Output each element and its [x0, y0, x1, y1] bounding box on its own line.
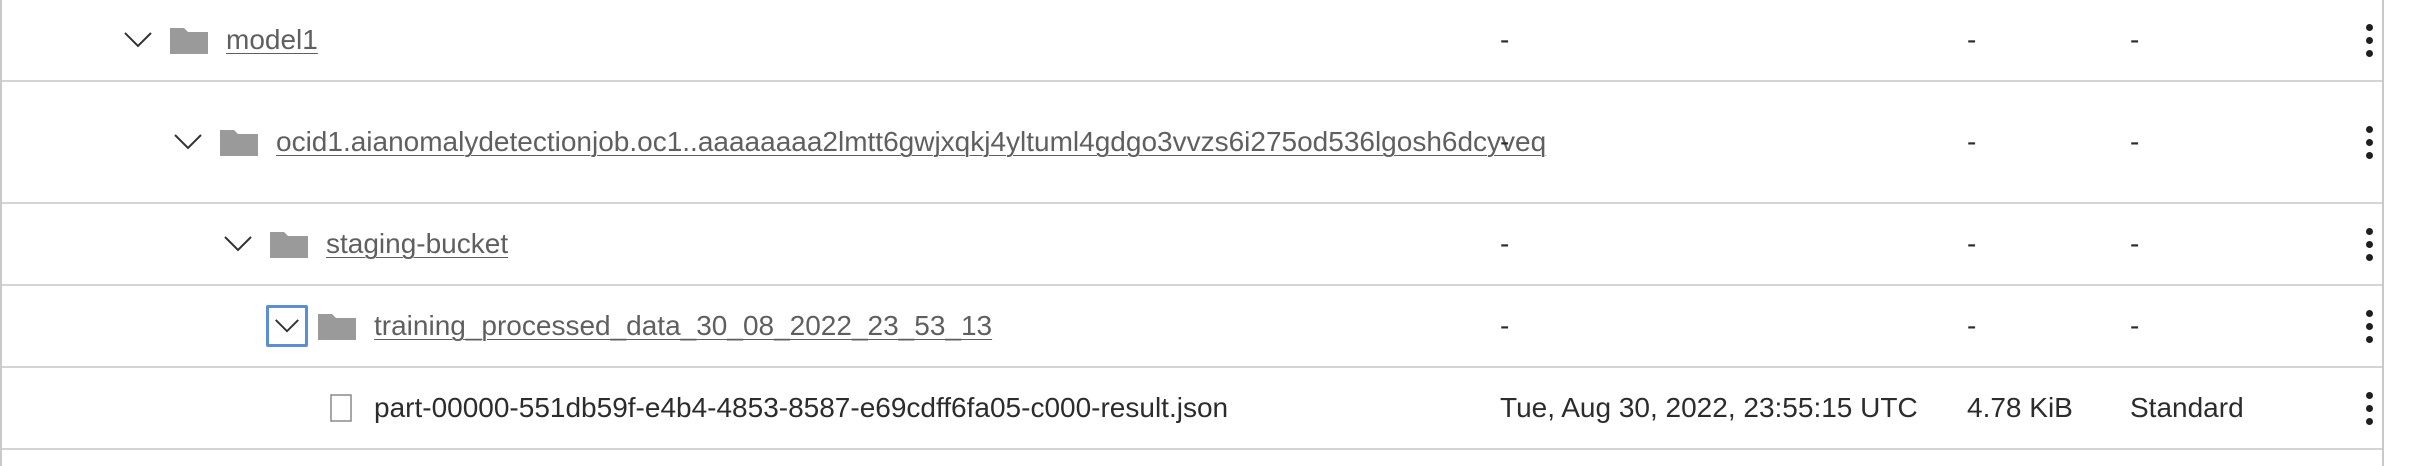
kebab-menu-icon — [2365, 391, 2373, 425]
size-cell: - — [1967, 24, 1977, 55]
row-actions-button[interactable] — [2354, 286, 2384, 366]
tier-cell: - — [2130, 126, 2140, 157]
tier-cell: Standard — [2130, 392, 2244, 423]
chevron-down-icon[interactable] — [220, 226, 256, 262]
name-cell: part-00000-551db59f-e4b4-4853-8587-e69cd… — [330, 368, 1228, 448]
size-cell: - — [1967, 126, 1977, 157]
folder-icon — [170, 28, 208, 54]
folder-link[interactable]: model1 — [226, 20, 318, 60]
size-cell: - — [1967, 310, 1977, 341]
kebab-menu-icon — [2365, 125, 2373, 159]
name-cell: training_processed_data_30_08_2022_23_53… — [266, 286, 992, 366]
table-row: ocid1.aianomalydetectionjob.oc1..aaaaaaa… — [2, 82, 2382, 204]
object-table: model1 - - - ocid1.aianomalydetectionjob… — [0, 0, 2384, 466]
size-cell: 4.78 KiB — [1967, 392, 2073, 423]
folder-link[interactable]: training_processed_data_30_08_2022_23_53… — [374, 306, 992, 346]
file-icon — [330, 394, 352, 422]
folder-icon — [220, 130, 258, 156]
row-actions-button[interactable] — [2354, 0, 2384, 80]
tier-cell: - — [2130, 310, 2140, 341]
kebab-menu-icon — [2365, 227, 2373, 261]
chevron-down-icon[interactable] — [170, 124, 206, 160]
tier-cell: - — [2130, 24, 2140, 55]
modified-cell: Tue, Aug 30, 2022, 23:55:15 UTC — [1500, 392, 1918, 423]
row-actions-button[interactable] — [2354, 82, 2384, 202]
table-row: model1 - - - — [2, 0, 2382, 82]
folder-link[interactable]: ocid1.aianomalydetectionjob.oc1..aaaaaaa… — [276, 122, 1556, 162]
size-cell: - — [1967, 228, 1977, 259]
table-row: part-00000-551db59f-e4b4-4853-8587-e69cd… — [2, 368, 2382, 450]
modified-cell: - — [1500, 24, 1510, 55]
folder-icon — [318, 314, 356, 340]
folder-icon — [270, 232, 308, 258]
row-actions-button[interactable] — [2354, 204, 2384, 284]
tier-cell: - — [2130, 228, 2140, 259]
modified-cell: - — [1500, 126, 1510, 157]
folder-link[interactable]: staging-bucket — [326, 224, 508, 264]
name-cell: ocid1.aianomalydetectionjob.oc1..aaaaaaa… — [170, 82, 1556, 202]
table-row: training_processed_data_30_08_2022_23_53… — [2, 286, 2382, 368]
file-name[interactable]: part-00000-551db59f-e4b4-4853-8587-e69cd… — [374, 392, 1228, 424]
modified-cell: - — [1500, 228, 1510, 259]
name-cell: staging-bucket — [220, 204, 508, 284]
name-cell: model1 — [120, 0, 318, 80]
table-row — [2, 450, 2382, 466]
table-row: staging-bucket - - - — [2, 204, 2382, 286]
kebab-menu-icon — [2365, 23, 2373, 57]
row-actions-button[interactable] — [2354, 368, 2384, 448]
chevron-down-icon[interactable] — [266, 305, 308, 347]
chevron-down-icon[interactable] — [120, 22, 156, 58]
kebab-menu-icon — [2365, 309, 2373, 343]
modified-cell: - — [1500, 310, 1510, 341]
